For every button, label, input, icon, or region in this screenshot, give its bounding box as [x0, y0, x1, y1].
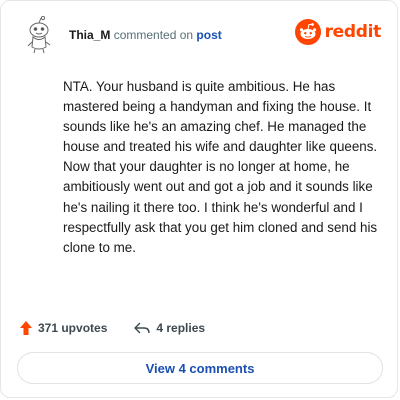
- action-bar: 371 upvotes 4 replies: [19, 317, 231, 339]
- username[interactable]: Thia_M: [69, 28, 110, 42]
- comment-meta: Thia_M commented on post: [69, 28, 222, 42]
- action-text: commented on: [113, 28, 194, 42]
- comment-card: Thia_M commented on post reddit NTA. You…: [0, 0, 398, 398]
- upvote-arrow-icon: [20, 321, 32, 335]
- comment-header: Thia_M commented on post reddit: [19, 15, 381, 55]
- reply-count: 4 replies: [156, 321, 206, 335]
- comment-body: NTA. Your husband is quite ambitious. He…: [63, 79, 378, 255]
- snoo-avatar-icon[interactable]: [19, 15, 59, 55]
- reddit-logo[interactable]: reddit: [294, 19, 382, 45]
- reply-arrow-icon: [134, 322, 151, 334]
- reddit-logo-icon: [294, 19, 321, 45]
- view-comments-button[interactable]: View 4 comments: [17, 352, 383, 384]
- replies-button[interactable]: 4 replies: [133, 321, 205, 335]
- upvote-count: 371 upvotes: [38, 321, 108, 335]
- upvote-button[interactable]: 371 upvotes: [19, 320, 107, 336]
- brand-wordmark: reddit: [324, 22, 382, 42]
- post-link[interactable]: post: [196, 28, 221, 42]
